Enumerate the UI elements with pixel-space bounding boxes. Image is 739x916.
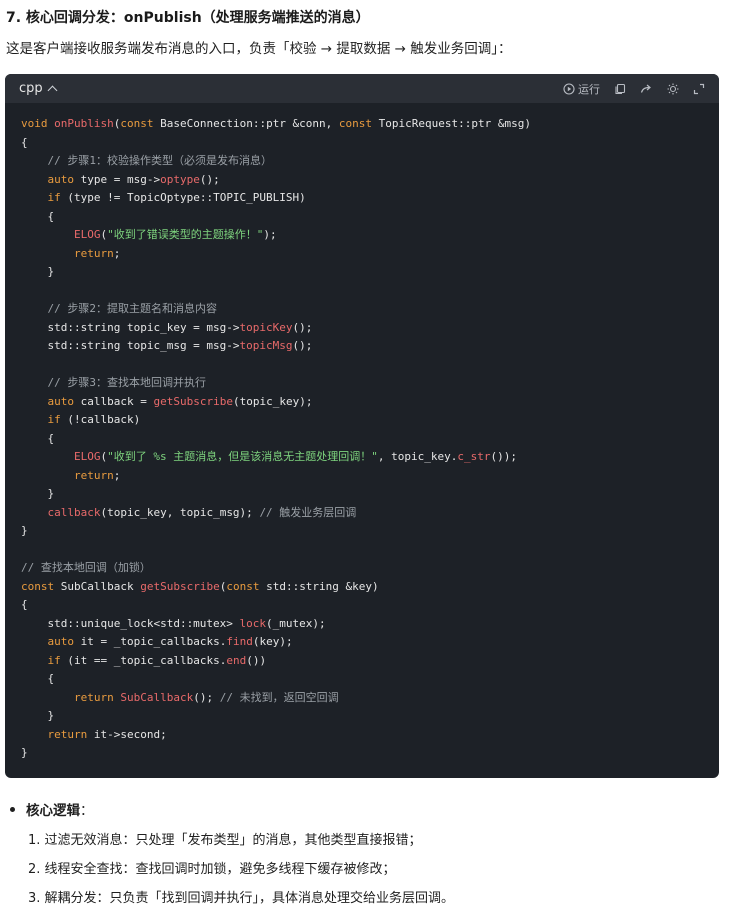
code-block: cpp 运行 void onPublish(const BaseConnecti…	[5, 74, 719, 778]
theme-button[interactable]	[667, 83, 679, 95]
core-logic-bullet: 核心逻辑 ：	[8, 799, 94, 819]
core-logic-colon: ：	[80, 803, 94, 819]
section-heading: 7. 核心回调分发：onPublish（处理服务端推送的消息）	[6, 10, 370, 26]
language-toggle[interactable]: cpp	[19, 81, 58, 96]
run-button[interactable]: 运行	[563, 81, 600, 97]
share-button[interactable]	[640, 83, 653, 95]
code-content: void onPublish(const BaseConnection::ptr…	[21, 117, 531, 759]
share-icon	[640, 84, 651, 93]
list-item: 1. 过滤无效消息：只处理「发布类型」的消息，其他类型直接报错；	[28, 833, 422, 848]
core-logic-list: 1. 过滤无效消息：只处理「发布类型」的消息，其他类型直接报错； 2. 线程安全…	[28, 829, 454, 916]
play-circle-icon	[563, 82, 575, 95]
intro-text: 这是客户端接收服务端发布消息的入口，负责「校验 → 提取数据 → 触发业务回调」…	[6, 41, 512, 57]
theme-icon	[667, 83, 679, 94]
expand-button[interactable]	[693, 83, 705, 95]
chevron-up-icon	[47, 85, 58, 96]
run-label: 运行	[578, 82, 600, 96]
copy-button[interactable]	[614, 83, 626, 95]
bullet-dot	[10, 806, 15, 812]
expand-icon	[693, 83, 705, 94]
code-toolbar: 运行	[563, 81, 705, 97]
copy-icon	[615, 83, 626, 94]
code-header: cpp 运行	[5, 74, 719, 103]
language-label: cpp	[19, 81, 43, 96]
list-item: 2. 线程安全查找：查找回调时加锁，避免多线程下缓存被修改；	[28, 862, 396, 877]
list-item: 3. 解耦分发：只负责「找到回调并执行」，具体消息处理交给业务层回调。	[28, 891, 455, 906]
core-logic-title: 核心逻辑	[26, 803, 80, 819]
